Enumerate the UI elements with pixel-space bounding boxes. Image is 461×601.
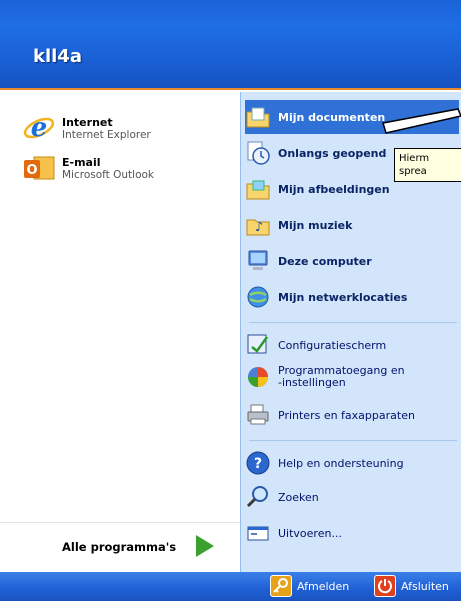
start-menu-footer: Afmelden Afsluiten xyxy=(0,572,461,601)
control-panel-icon xyxy=(245,332,271,358)
pinned-item-title: E-mail xyxy=(62,155,101,169)
logoff-label: Afmelden xyxy=(297,579,350,593)
user-name: kll4a xyxy=(33,46,82,67)
menu-item-label: Mijn muziek xyxy=(278,218,353,232)
my-music-icon: ♪ xyxy=(245,212,271,238)
pinned-item-email[interactable]: O E-mail Microsoft Outlook xyxy=(22,148,154,188)
menu-item-label: Zoeken xyxy=(278,490,319,504)
search-icon xyxy=(245,484,271,510)
internet-explorer-icon: e xyxy=(22,111,56,145)
logoff-button[interactable]: Afmelden xyxy=(270,575,349,597)
menu-item-label: Configuratiescherm xyxy=(278,338,387,352)
key-icon xyxy=(270,575,292,597)
power-icon xyxy=(374,575,396,597)
help-icon: ? xyxy=(245,450,271,476)
pinned-programs-pane: e Internet Internet Explorer O E-mail Mi… xyxy=(0,92,240,572)
my-pictures-icon xyxy=(245,176,271,202)
shutdown-label: Afsluiten xyxy=(401,579,449,593)
all-programs-label: Alle programma's xyxy=(62,540,177,554)
start-menu-header: kll4a xyxy=(0,0,461,90)
pinned-item-internet[interactable]: e Internet Internet Explorer xyxy=(22,108,151,148)
menu-item-label: Printers en faxapparaten xyxy=(278,408,415,422)
menu-item-label: Mijn netwerklocaties xyxy=(278,290,408,304)
tooltip-line2: sprea xyxy=(399,166,427,177)
separator xyxy=(249,440,457,441)
shutdown-button[interactable]: Afsluiten xyxy=(374,575,449,597)
menu-item-label: Onlangs geopend xyxy=(278,146,387,160)
green-arrow-icon xyxy=(196,535,214,557)
program-access-icon xyxy=(245,364,271,390)
network-places-icon xyxy=(245,284,271,310)
recent-documents-icon xyxy=(245,140,271,166)
menu-item-program-access[interactable]: Programmatoegang en -instellingen xyxy=(245,364,459,390)
svg-text:O: O xyxy=(26,163,37,178)
menu-item-control-panel[interactable]: Configuratiescherm xyxy=(245,332,459,358)
my-computer-icon xyxy=(245,248,271,274)
menu-item-run[interactable]: Uitvoeren... xyxy=(245,520,459,546)
menu-item-printers[interactable]: Printers en faxapparaten xyxy=(245,402,459,428)
callout-pointer xyxy=(382,108,461,134)
svg-text:♪: ♪ xyxy=(255,220,263,235)
menu-item-network-places[interactable]: Mijn netwerklocaties xyxy=(245,284,459,310)
menu-item-help[interactable]: ? Help en ondersteuning xyxy=(245,450,459,476)
svg-text:?: ? xyxy=(254,456,262,472)
outlook-icon: O xyxy=(22,151,56,185)
menu-item-label: Programmatoegang en -instellingen xyxy=(278,365,405,389)
tooltip: Hierm sprea xyxy=(394,148,461,182)
pinned-item-title: Internet xyxy=(62,115,113,129)
printers-icon xyxy=(245,402,271,428)
menu-item-label: Deze computer xyxy=(278,254,372,268)
pinned-item-subtitle: Internet Explorer xyxy=(62,128,151,141)
menu-item-label: Uitvoeren... xyxy=(278,526,342,540)
my-documents-icon xyxy=(245,104,271,130)
menu-item-label: Mijn documenten xyxy=(278,110,386,124)
menu-item-label-line2: -instellingen xyxy=(278,376,346,389)
tooltip-line1: Hierm xyxy=(399,153,430,164)
menu-item-my-music[interactable]: ♪ Mijn muziek xyxy=(245,212,459,238)
svg-text:e: e xyxy=(31,113,48,143)
all-programs-button[interactable]: Alle programma's xyxy=(0,522,240,572)
separator xyxy=(249,322,457,323)
menu-item-search[interactable]: Zoeken xyxy=(245,484,459,510)
run-icon xyxy=(245,520,271,546)
menu-item-my-computer[interactable]: Deze computer xyxy=(245,248,459,274)
menu-item-label: Help en ondersteuning xyxy=(278,456,404,470)
menu-item-label: Mijn afbeeldingen xyxy=(278,182,390,196)
pinned-item-subtitle: Microsoft Outlook xyxy=(62,168,155,181)
